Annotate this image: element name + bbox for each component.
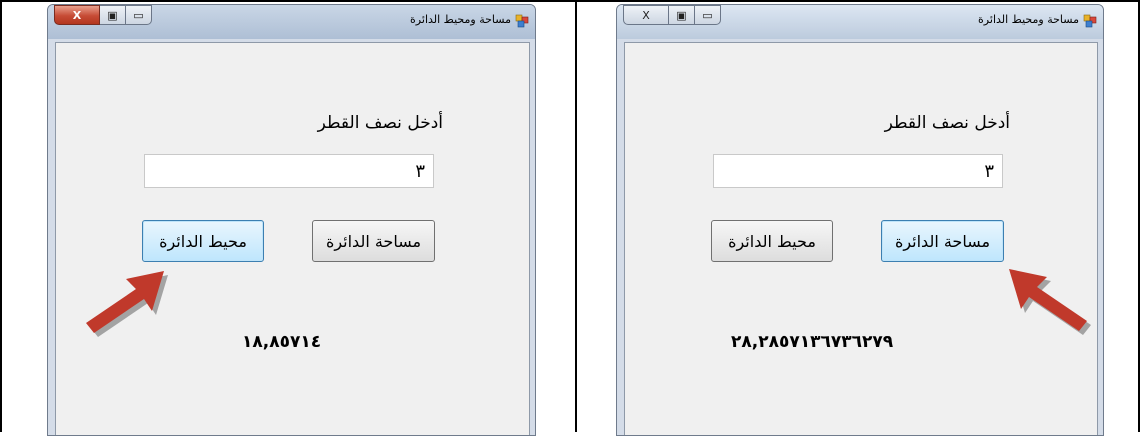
title-bar[interactable]: X ▣ ▭ مساحة ومحيط الدائرة: [617, 5, 1103, 39]
close-button[interactable]: X: [623, 5, 669, 25]
app-icon: [1083, 14, 1097, 28]
area-button[interactable]: مساحة الدائرة: [881, 220, 1004, 262]
caption-buttons: X ▣ ▭: [54, 5, 152, 25]
circle-calculator-window-area: X ▣ ▭ مساحة ومحيط الدائرة أدخل نصف القطر…: [616, 4, 1104, 436]
close-button[interactable]: X: [54, 5, 100, 25]
radius-prompt-label: أدخل نصف القطر: [884, 113, 1010, 133]
caption-buttons: X ▣ ▭: [623, 5, 721, 25]
app-icon: [515, 14, 529, 28]
area-button[interactable]: مساحة الدائرة: [312, 220, 435, 262]
window-title: مساحة ومحيط الدائرة: [410, 13, 511, 26]
radius-input[interactable]: [144, 154, 434, 188]
perimeter-button[interactable]: محيط الدائرة: [142, 220, 264, 262]
radius-prompt-label: أدخل نصف القطر: [317, 113, 443, 133]
perimeter-button[interactable]: محيط الدائرة: [711, 220, 833, 262]
pointer-arrow-icon: [86, 271, 168, 337]
result-label: ١٨,٨٥٧١٤: [242, 332, 322, 352]
minimize-button[interactable]: ▭: [695, 5, 721, 25]
minimize-button[interactable]: ▭: [126, 5, 152, 25]
maximize-button[interactable]: ▣: [669, 5, 695, 25]
table-divider: [575, 0, 577, 432]
maximize-button[interactable]: ▣: [100, 5, 126, 25]
window-title: مساحة ومحيط الدائرة: [978, 13, 1079, 26]
pointer-arrow-icon: [1009, 269, 1091, 335]
result-label: ٢٨,٢٨٥٧١٣٦٧٣٦٢٧٩: [731, 332, 894, 352]
title-bar[interactable]: X ▣ ▭ مساحة ومحيط الدائرة: [48, 5, 535, 39]
radius-input[interactable]: [713, 154, 1003, 188]
form-client-area: أدخل نصف القطر مساحة الدائرة محيط الدائر…: [55, 42, 530, 435]
form-client-area: أدخل نصف القطر مساحة الدائرة محيط الدائر…: [624, 42, 1098, 435]
circle-calculator-window-perimeter: X ▣ ▭ مساحة ومحيط الدائرة أدخل نصف القطر…: [47, 4, 536, 436]
